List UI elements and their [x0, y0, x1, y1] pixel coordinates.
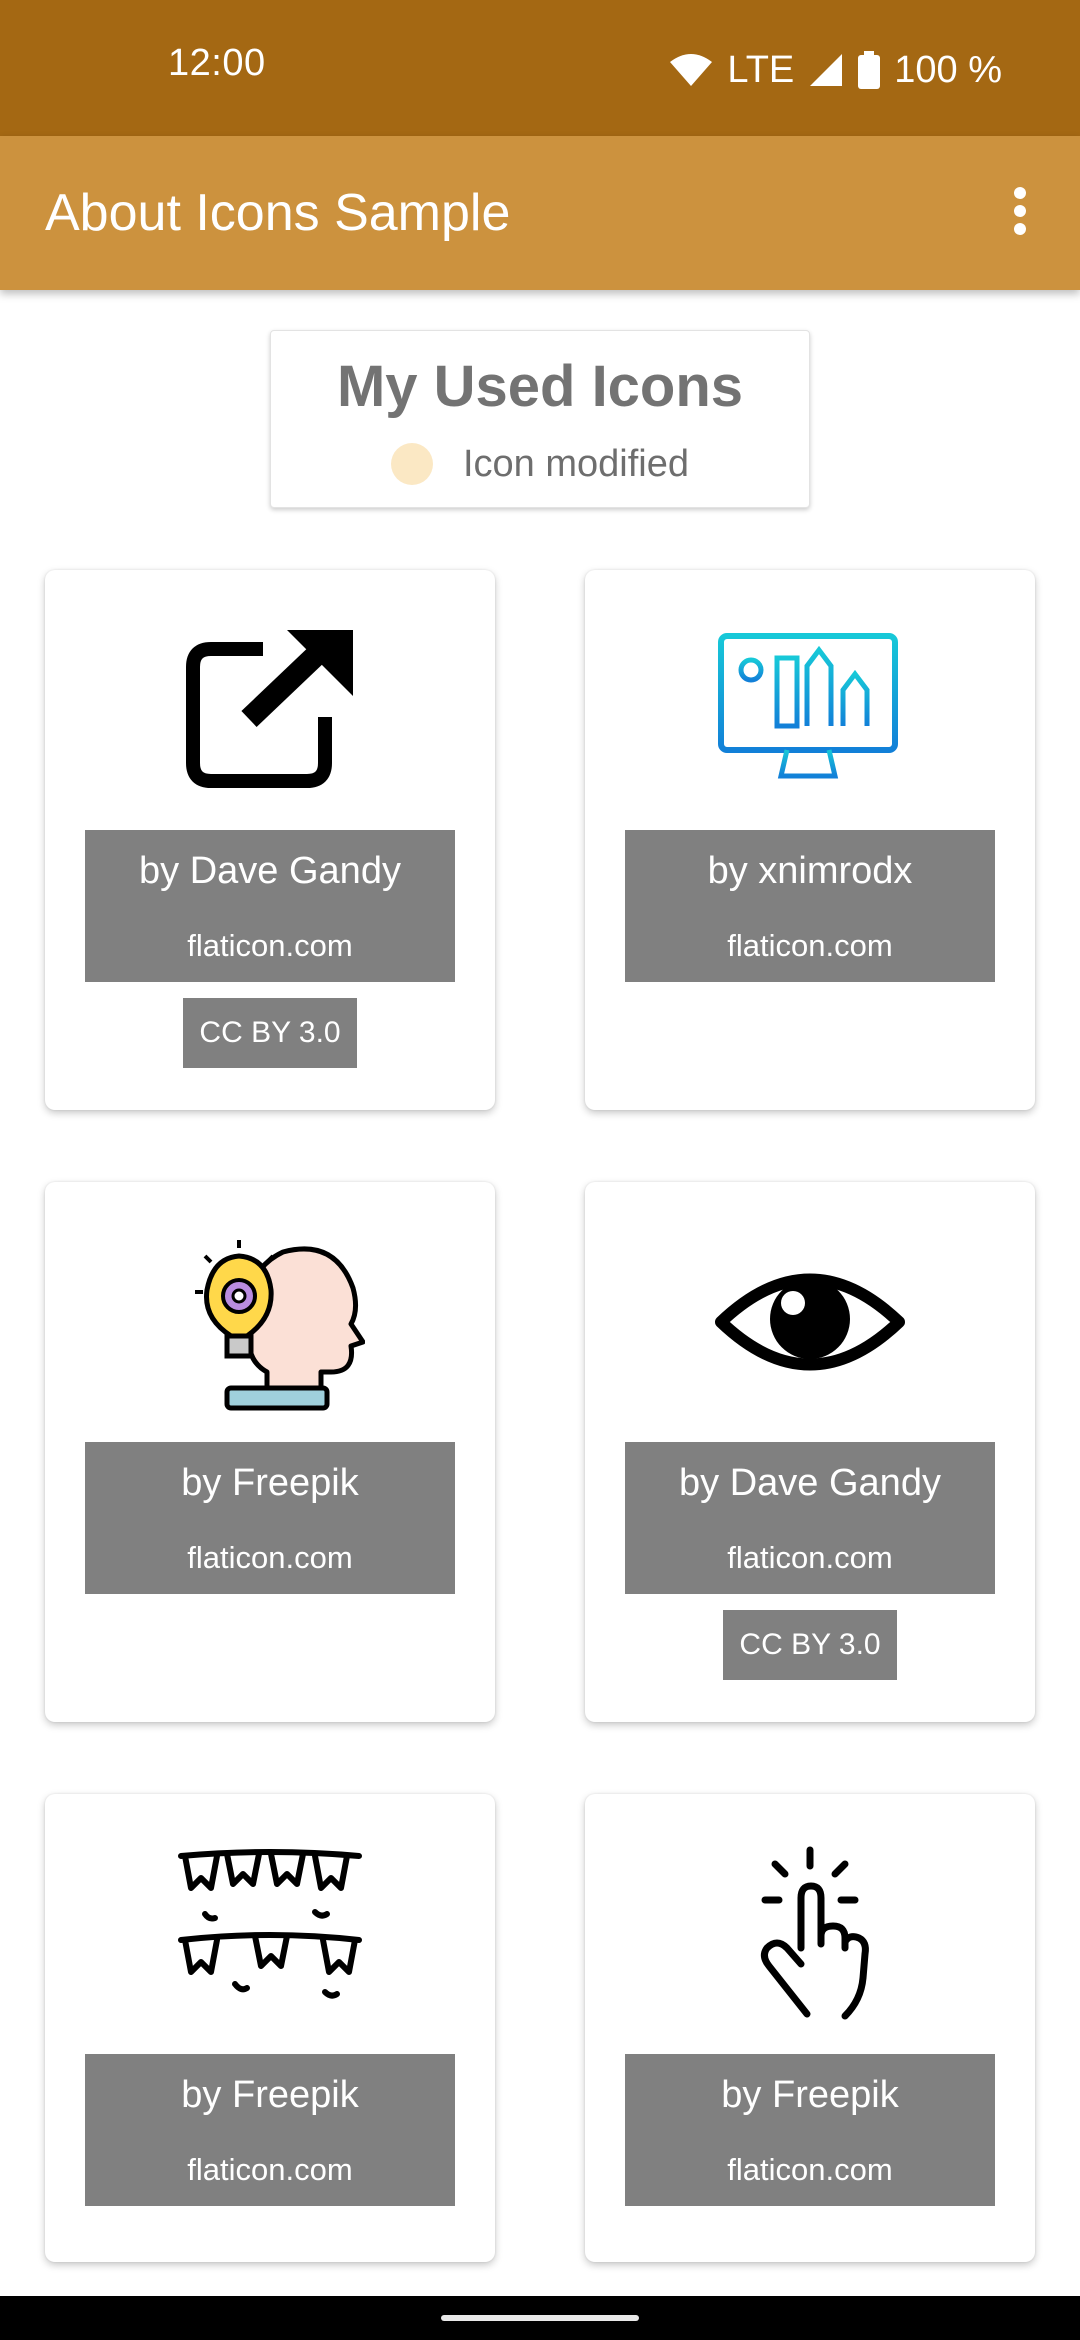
- site-link[interactable]: flaticon.com: [85, 1540, 455, 1576]
- status-icons: LTE 100 %: [669, 40, 1002, 100]
- battery-percent: 100 %: [894, 48, 1002, 91]
- site-link[interactable]: flaticon.com: [625, 1540, 995, 1576]
- legend-row: Icon modified: [271, 439, 809, 489]
- author-label: by Freepik: [181, 1462, 359, 1504]
- icon-card[interactable]: by xnimrodx flaticon.com: [585, 570, 1035, 1110]
- status-time: 12:00: [168, 42, 266, 84]
- site-link[interactable]: flaticon.com: [85, 928, 455, 964]
- site-link[interactable]: flaticon.com: [625, 928, 995, 964]
- legend-modified-label: Icon modified: [462, 442, 689, 485]
- license-badge[interactable]: CC BY 3.0: [723, 1610, 897, 1680]
- network-type: LTE: [727, 48, 795, 91]
- app-bar: About Icons Sample: [0, 136, 1080, 290]
- author-label: by Freepik: [721, 2074, 899, 2116]
- app-title: About Icons Sample: [45, 184, 511, 242]
- attribution-box: by xnimrodx flaticon.com: [625, 830, 995, 982]
- eye-icon: [710, 1234, 910, 1409]
- author-label: by Dave Gandy: [139, 850, 401, 892]
- navigation-bar: [0, 2296, 1080, 2340]
- design-monitor-icon: [710, 622, 910, 797]
- bunting-flags-icon: [170, 1846, 370, 2021]
- icon-card[interactable]: by Dave Gandy flaticon.com CC BY 3.0: [45, 570, 495, 1110]
- license-badge[interactable]: CC BY 3.0: [183, 998, 357, 1068]
- more-options-button[interactable]: [980, 173, 1060, 253]
- signal-icon: [808, 52, 844, 88]
- battery-icon: [858, 51, 881, 89]
- author-label: by Freepik: [181, 2074, 359, 2116]
- attribution-box: by Freepik flaticon.com: [85, 2054, 455, 2206]
- idea-head-icon: [170, 1234, 370, 1410]
- attribution-box: by Dave Gandy flaticon.com: [625, 1442, 995, 1594]
- more-vert-icon: [1013, 186, 1027, 240]
- icon-card[interactable]: by Freepik flaticon.com: [585, 1794, 1035, 2262]
- home-gesture-handle[interactable]: [441, 2315, 639, 2321]
- attribution-box: by Freepik flaticon.com: [625, 2054, 995, 2206]
- site-link[interactable]: flaticon.com: [85, 2152, 455, 2188]
- icon-card[interactable]: by Dave Gandy flaticon.com CC BY 3.0: [585, 1182, 1035, 1722]
- site-link[interactable]: flaticon.com: [625, 2152, 995, 2188]
- attribution-box: by Dave Gandy flaticon.com: [85, 830, 455, 982]
- wifi-icon: [669, 52, 713, 88]
- author-label: by xnimrodx: [707, 850, 913, 892]
- modified-indicator-dot: [390, 443, 433, 485]
- legend-title: My Used Icons: [336, 354, 744, 419]
- attribution-box: by Freepik flaticon.com: [85, 1442, 455, 1594]
- author-label: by Dave Gandy: [679, 1462, 941, 1504]
- tap-gesture-icon: [710, 1846, 910, 2021]
- icon-card[interactable]: by Freepik flaticon.com: [45, 1794, 495, 2262]
- icon-card[interactable]: by Freepik flaticon.com: [45, 1182, 495, 1722]
- external-link-icon: [170, 622, 370, 797]
- legend-card: My Used Icons Icon modified: [270, 330, 810, 508]
- status-bar: 12:00 LTE 100 %: [0, 0, 1080, 136]
